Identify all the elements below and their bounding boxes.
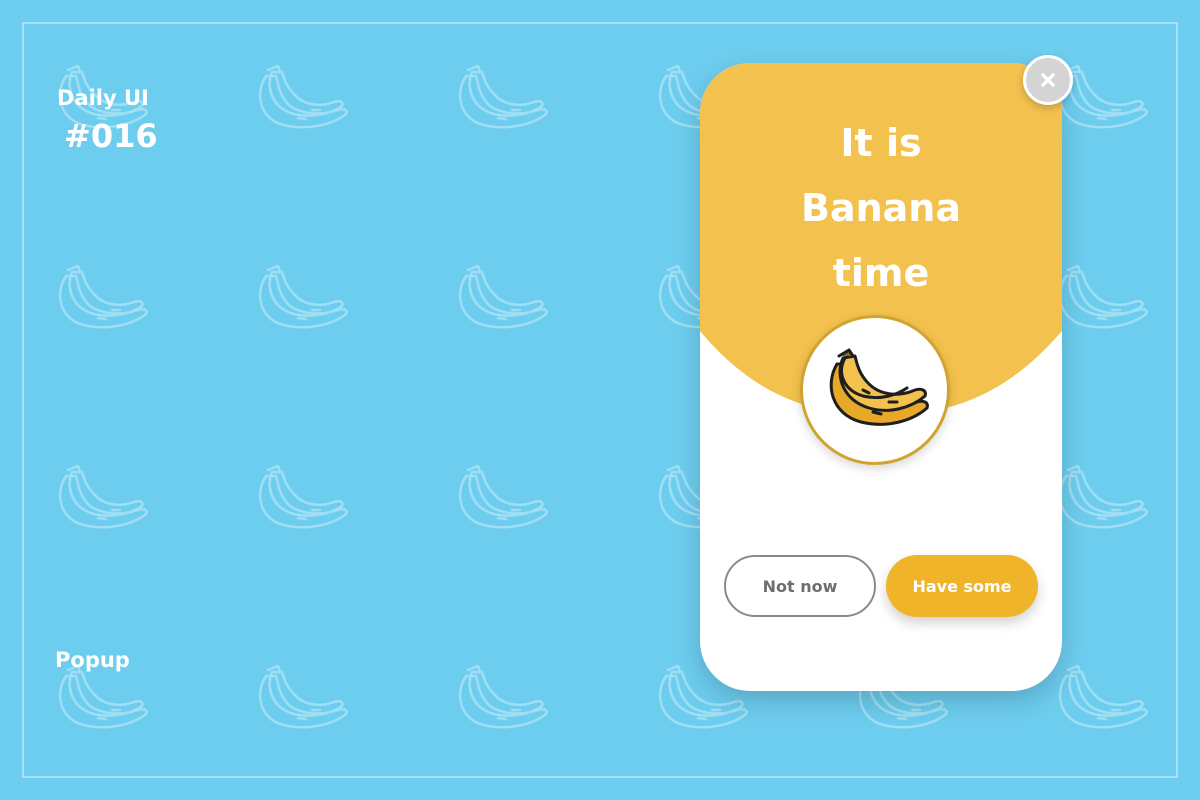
popup-title-line-3: time — [832, 251, 930, 295]
popup-title-line-1: It is — [840, 121, 922, 165]
brand-label: Daily UI — [57, 86, 149, 110]
brand-number: #016 — [64, 117, 158, 155]
banana-icon — [829, 348, 929, 426]
page-caption: Popup — [55, 648, 130, 672]
close-button[interactable] — [1023, 55, 1073, 105]
popup-dialog: It is Banana time Not now Have some — [700, 63, 1062, 691]
not-now-button[interactable]: Not now — [724, 555, 876, 617]
popup-title-line-2: Banana — [801, 186, 961, 230]
have-some-button[interactable]: Have some — [886, 555, 1038, 617]
popup-title: It is Banana time — [700, 111, 1062, 306]
page-background: Daily UI #016 Popup It is Banana time No… — [0, 0, 1200, 800]
close-icon — [1041, 73, 1055, 87]
banana-badge — [800, 315, 950, 465]
